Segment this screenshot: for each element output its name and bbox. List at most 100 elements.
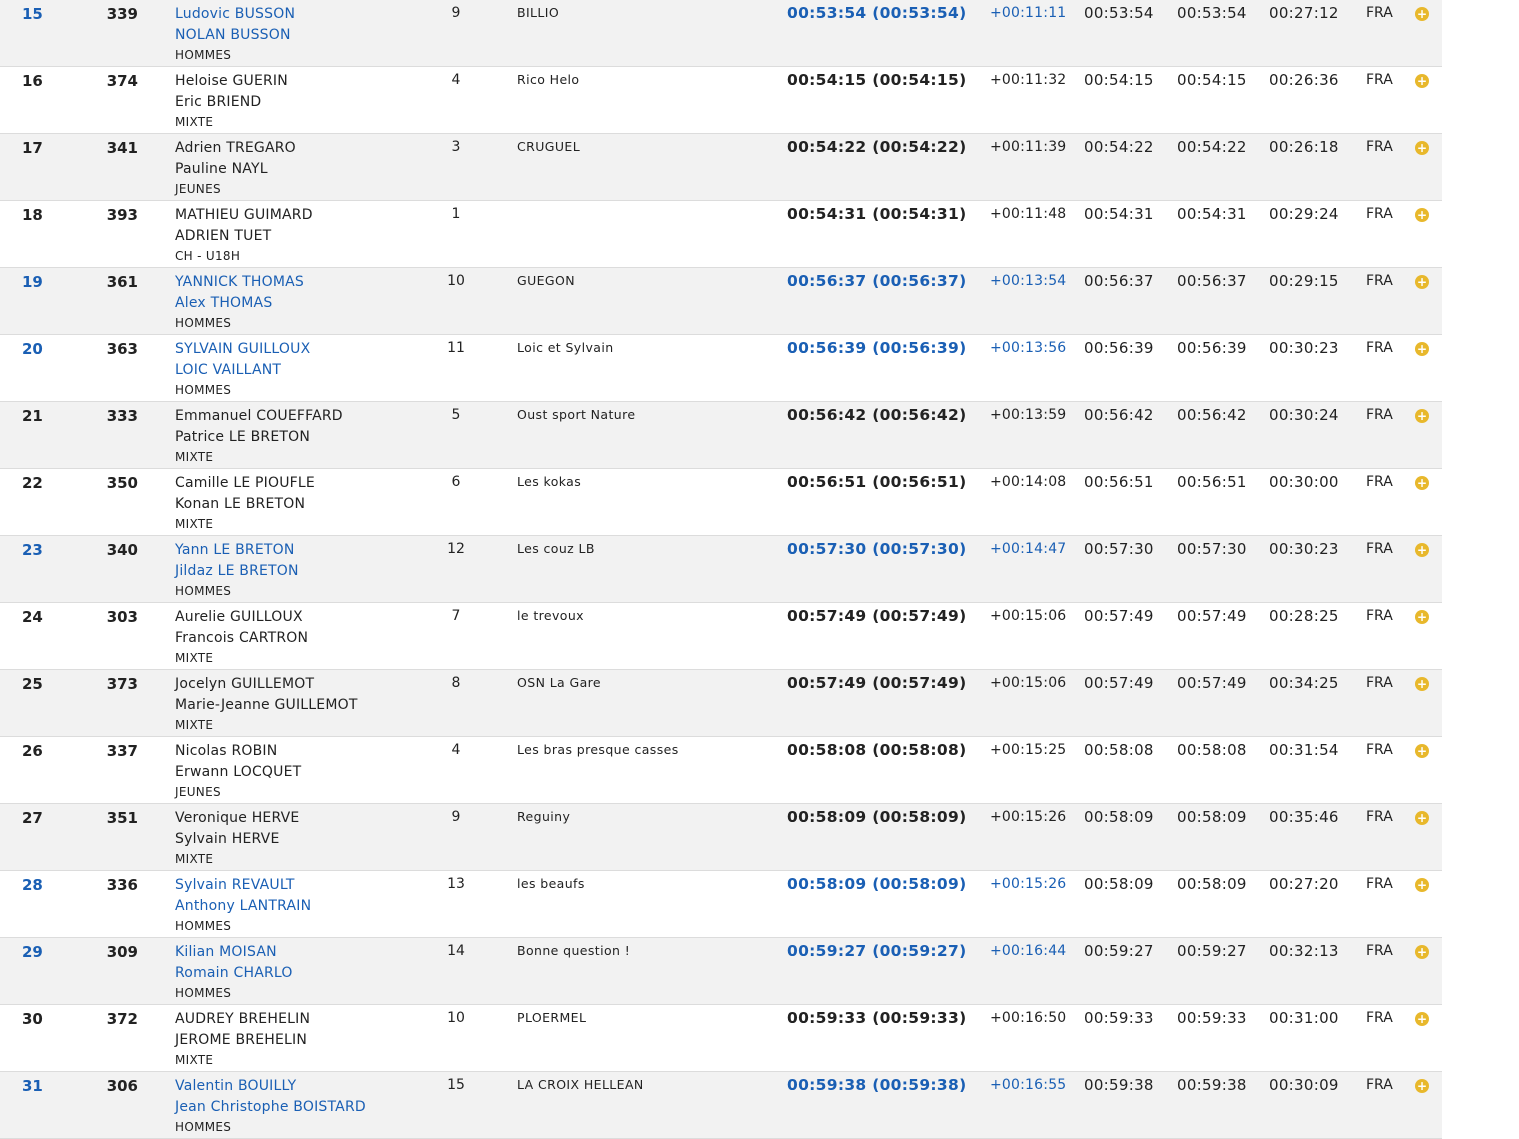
plus-circle-icon[interactable]: + [1415, 1012, 1429, 1026]
nationality: FRA [1366, 943, 1393, 959]
split-time-2: 00:57:49 [1177, 674, 1247, 692]
result-row: 23 340 Yann LE BRETON Jildaz LE BRETON HOMME… [0, 536, 1442, 603]
runner-2-name: Erwann LOCQUET [175, 764, 302, 780]
finish-time: 00:54:15 (00:54:15) [787, 71, 967, 89]
nationality: FRA [1366, 273, 1393, 289]
finish-time: 00:53:54 (00:53:54) [787, 4, 967, 22]
runner-1-name[interactable]: Ludovic BUSSON [175, 4, 295, 25]
bib-number: 374 [106, 72, 138, 90]
runner-1-name[interactable]: Valentin BOUILLY [175, 1076, 366, 1097]
plus-circle-icon[interactable]: + [1415, 543, 1429, 557]
bib-number: 303 [106, 608, 138, 626]
split-time-2: 00:54:15 [1177, 71, 1247, 89]
runner-2-name[interactable]: Jildaz LE BRETON [175, 561, 299, 582]
nationality: FRA [1366, 72, 1393, 88]
team-name: PLOERMEL [517, 1010, 587, 1025]
runner-2-name[interactable]: Alex THOMAS [175, 293, 304, 314]
bib-number: 372 [106, 1010, 138, 1028]
runner-1-name[interactable]: Sylvain REVAULT [175, 875, 311, 896]
runner-2-name: Pauline NAYL [175, 161, 268, 177]
category-label: HOMMES [175, 584, 232, 598]
split-time-3: 00:34:25 [1269, 674, 1339, 692]
team-members: MATHIEU GUIMARD ADRIEN TUET CH - U18H [175, 205, 313, 266]
plus-circle-icon[interactable]: + [1415, 476, 1429, 490]
team-members: AUDREY BREHELIN JEROME BREHELIN MIXTE [175, 1009, 310, 1070]
split-time-1: 00:54:31 [1084, 205, 1154, 223]
plus-circle-icon[interactable]: + [1415, 610, 1429, 624]
team-members: Heloise GUERIN Eric BRIEND MIXTE [175, 71, 288, 132]
plus-circle-icon[interactable]: + [1415, 342, 1429, 356]
category-rank: 10 [447, 1010, 465, 1026]
time-gap: +00:13:59 [990, 407, 1067, 423]
runner-1-name[interactable]: YANNICK THOMAS [175, 272, 304, 293]
result-row: 28 336 Sylvain REVAULT Anthony LANTRAIN HOMM… [0, 871, 1442, 938]
plus-circle-icon[interactable]: + [1415, 677, 1429, 691]
category-label: HOMMES [175, 986, 232, 1000]
plus-circle-icon[interactable]: + [1415, 878, 1429, 892]
finish-time: 00:57:49 (00:57:49) [787, 607, 967, 625]
team-name: Les bras presque casses [517, 742, 679, 757]
time-gap: +00:15:26 [990, 809, 1067, 825]
plus-circle-icon[interactable]: + [1415, 945, 1429, 959]
split-time-3: 00:31:54 [1269, 741, 1339, 759]
bib-number: 340 [106, 541, 138, 559]
plus-circle-icon[interactable]: + [1415, 275, 1429, 289]
split-time-2: 00:59:27 [1177, 942, 1247, 960]
nationality: FRA [1366, 407, 1393, 423]
category-label: JEUNES [175, 785, 221, 799]
result-row: 31 306 Valentin BOUILLY Jean Christophe BOI… [0, 1072, 1442, 1139]
plus-circle-icon[interactable]: + [1415, 811, 1429, 825]
runner-1-name[interactable]: Kilian MOISAN [175, 942, 293, 963]
split-time-3: 00:30:00 [1269, 473, 1339, 491]
bib-number: 393 [106, 206, 138, 224]
category-label: HOMMES [175, 1120, 232, 1134]
result-row: 27 351 Veronique HERVE Sylvain HERVE MIXTE 9 R… [0, 804, 1442, 871]
split-time-1: 00:53:54 [1084, 4, 1154, 22]
plus-circle-icon[interactable]: + [1415, 1079, 1429, 1093]
plus-circle-icon[interactable]: + [1415, 7, 1429, 21]
nationality: FRA [1366, 1010, 1393, 1026]
bib-number: 351 [106, 809, 138, 827]
plus-circle-icon[interactable]: + [1415, 208, 1429, 222]
split-time-2: 00:54:31 [1177, 205, 1247, 223]
team-name: OSN La Gare [517, 675, 601, 690]
runner-2-name[interactable]: Romain CHARLO [175, 963, 293, 984]
plus-circle-icon[interactable]: + [1415, 141, 1429, 155]
bib-number: 336 [106, 876, 138, 894]
team-name: Reguiny [517, 809, 571, 824]
category-label: MIXTE [175, 718, 214, 732]
split-time-1: 00:59:27 [1084, 942, 1154, 960]
nationality: FRA [1366, 340, 1393, 356]
finish-time: 00:54:22 (00:54:22) [787, 138, 967, 156]
nationality: FRA [1366, 742, 1393, 758]
nationality: FRA [1366, 5, 1393, 21]
plus-circle-icon[interactable]: + [1415, 409, 1429, 423]
rank: 26 [22, 742, 43, 760]
category-rank: 3 [451, 139, 461, 155]
team-members: Camille LE PIOUFLE Konan LE BRETON MIXTE [175, 473, 315, 534]
bib-number: 363 [106, 340, 138, 358]
plus-circle-icon[interactable]: + [1415, 74, 1429, 88]
bib-number: 361 [106, 273, 138, 291]
team-members: SYLVAIN GUILLOUX LOIC VAILLANT HOMMES [175, 339, 310, 400]
result-row: 15 339 Ludovic BUSSON NOLAN BUSSON HOMMES 9 BI… [0, 0, 1442, 67]
split-time-1: 00:56:37 [1084, 272, 1154, 290]
split-time-3: 00:30:23 [1269, 339, 1339, 357]
team-members: Veronique HERVE Sylvain HERVE MIXTE [175, 808, 299, 869]
runner-1-name: Camille LE PIOUFLE [175, 475, 315, 491]
split-time-3: 00:35:46 [1269, 808, 1339, 826]
plus-circle-icon[interactable]: + [1415, 744, 1429, 758]
runner-2-name[interactable]: LOIC VAILLANT [175, 360, 310, 381]
runner-2-name[interactable]: Anthony LANTRAIN [175, 896, 311, 917]
split-time-1: 00:57:49 [1084, 607, 1154, 625]
runner-1-name[interactable]: SYLVAIN GUILLOUX [175, 339, 310, 360]
runner-2-name[interactable]: Jean Christophe BOISTARD [175, 1097, 366, 1118]
runner-1-name[interactable]: Yann LE BRETON [175, 540, 299, 561]
split-time-3: 00:30:23 [1269, 540, 1339, 558]
rank: 22 [22, 474, 43, 492]
nationality: FRA [1366, 675, 1393, 691]
category-label: HOMMES [175, 919, 232, 933]
team-members: Yann LE BRETON Jildaz LE BRETON HOMMES [175, 540, 299, 601]
split-time-1: 00:57:49 [1084, 674, 1154, 692]
runner-2-name[interactable]: NOLAN BUSSON [175, 25, 295, 46]
